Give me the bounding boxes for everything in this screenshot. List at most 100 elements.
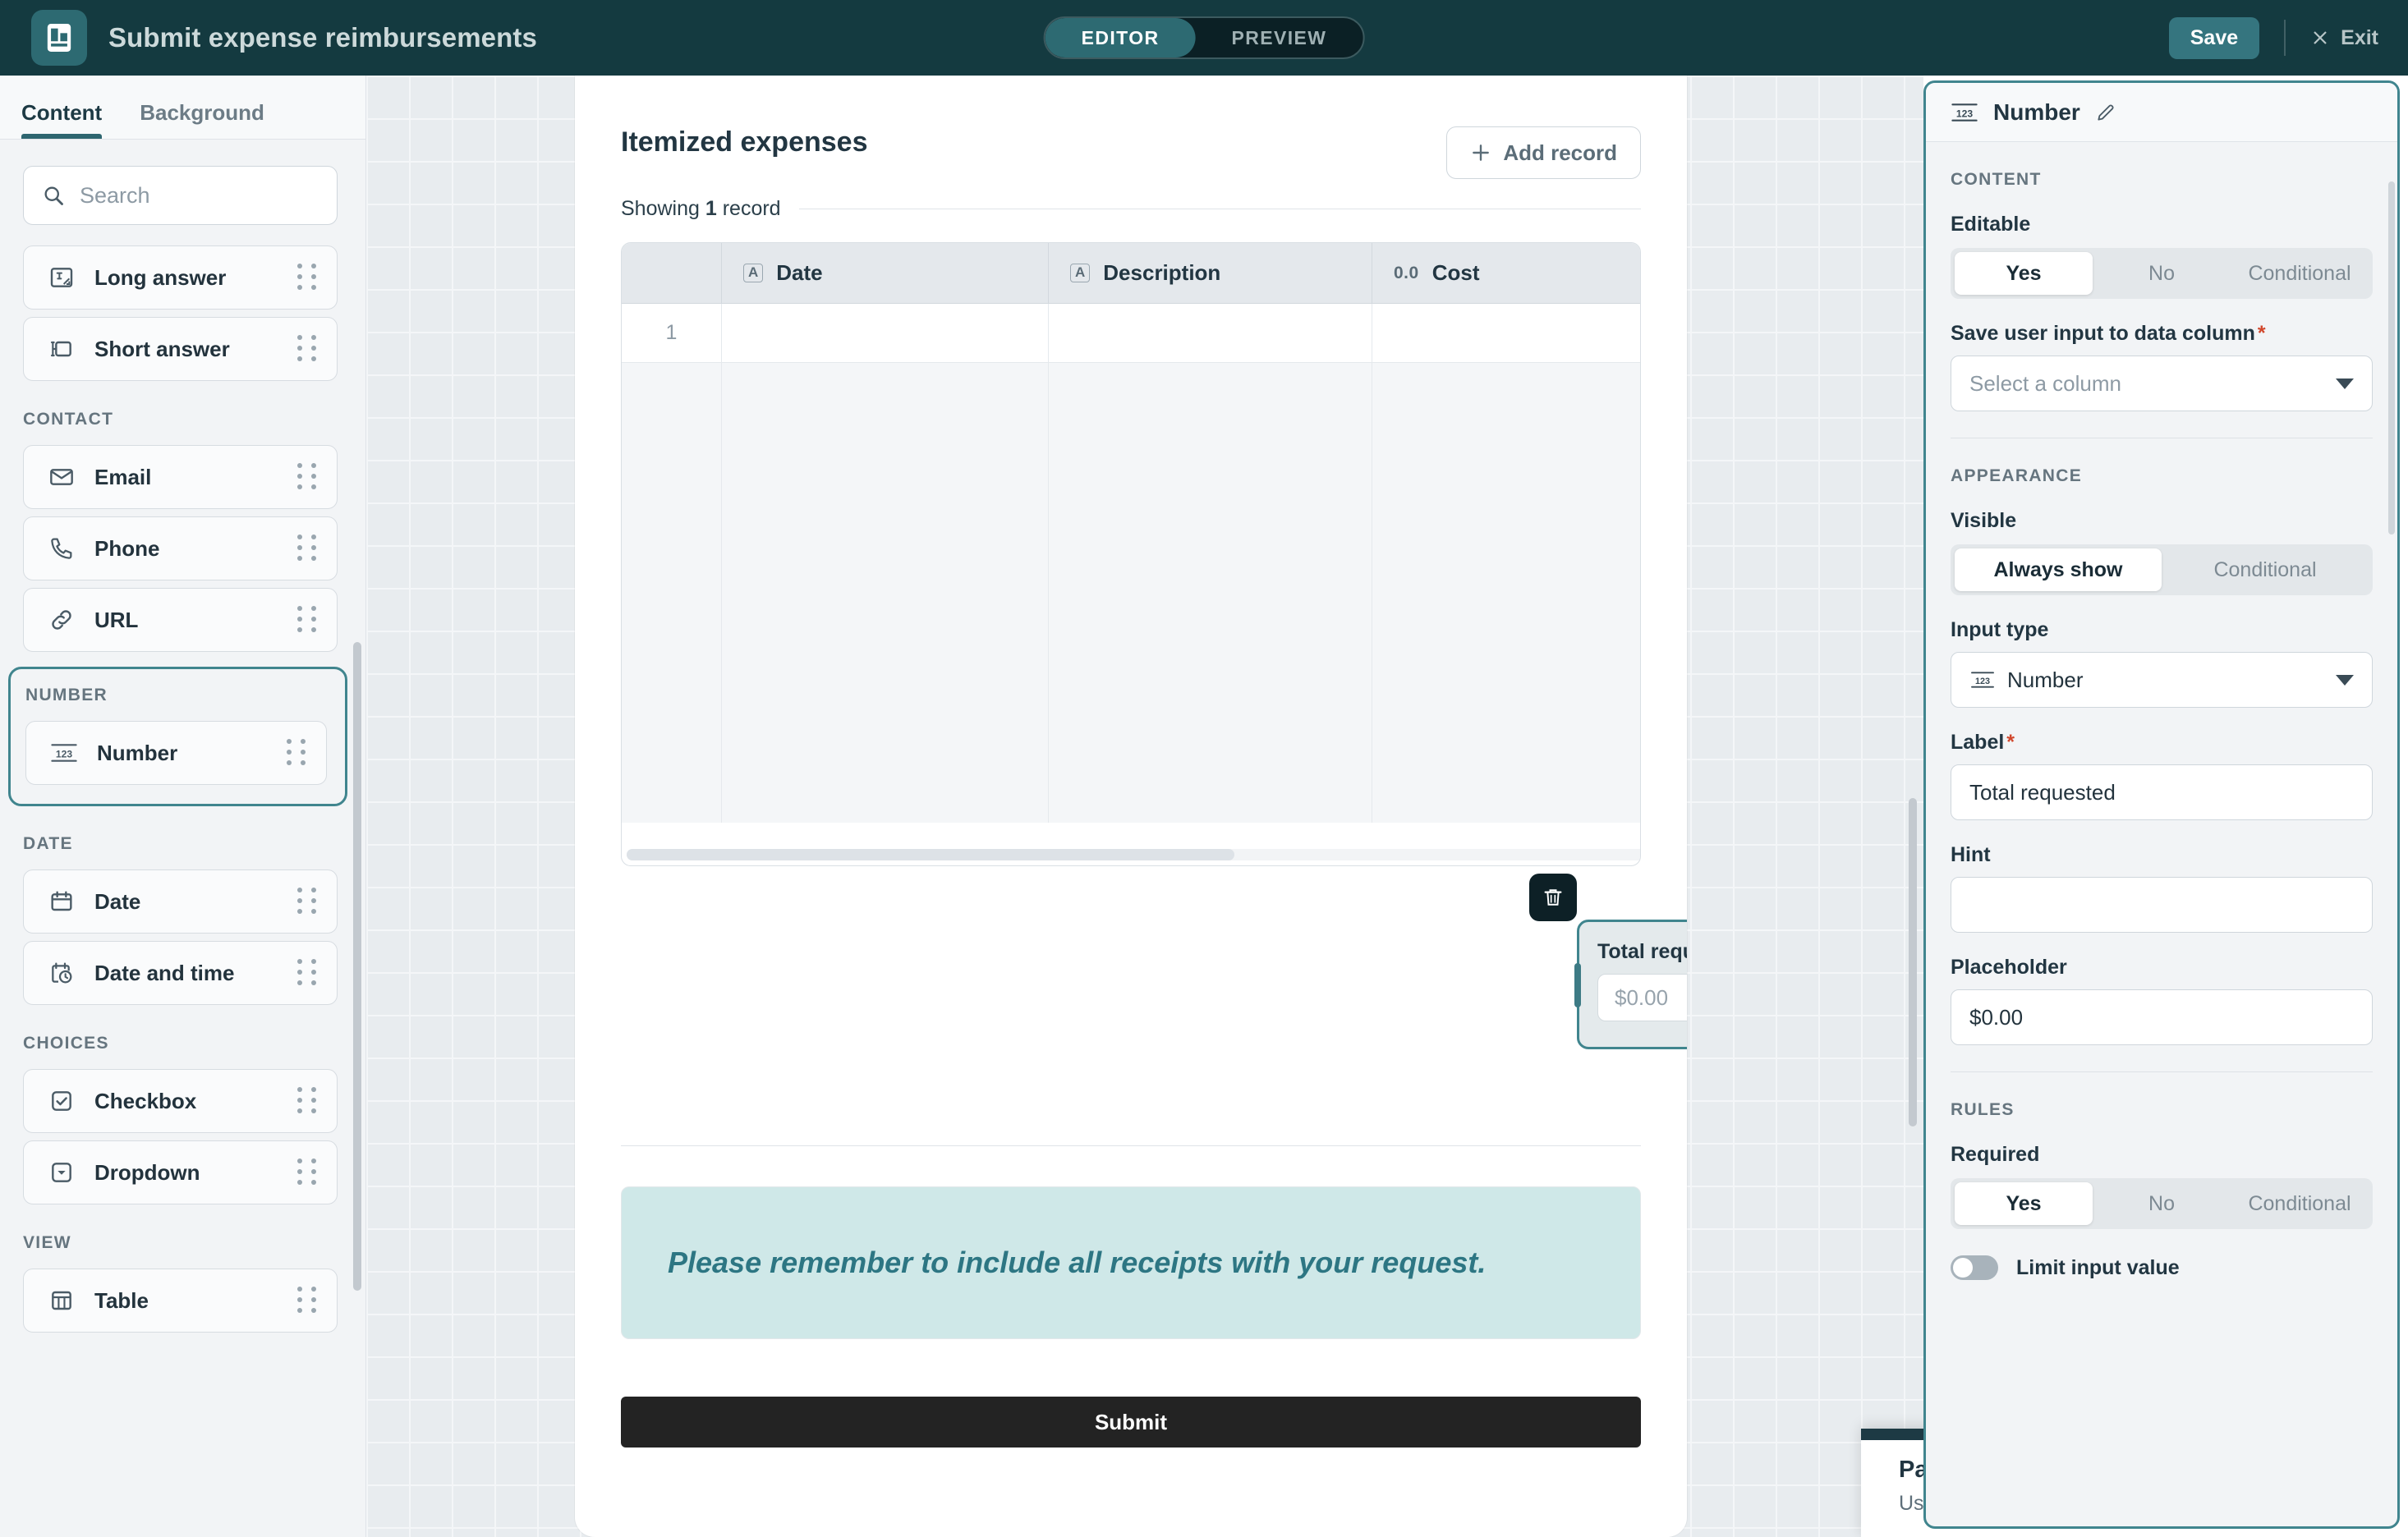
cell-description[interactable] — [1049, 304, 1372, 362]
drag-handle-icon[interactable] — [297, 888, 319, 915]
table-title: Itemized expenses — [621, 126, 867, 158]
text-field-icon: A — [743, 264, 763, 282]
svg-text:123: 123 — [1975, 677, 1990, 686]
save-column-select[interactable]: Select a column — [1951, 356, 2373, 411]
tab-editor[interactable]: EDITOR — [1045, 18, 1196, 57]
phone-icon — [45, 535, 78, 562]
table-horizontal-scrollbar[interactable] — [627, 849, 1641, 860]
table-header-date[interactable]: A Date — [722, 243, 1049, 303]
drag-handle-icon[interactable] — [297, 1158, 319, 1186]
hint-input[interactable] — [1951, 877, 2373, 933]
sidebar-group-label: CHOICES — [0, 1012, 365, 1062]
sidebar-item-short-answer[interactable]: Short answer — [23, 317, 338, 381]
editable-option-yes[interactable]: Yes — [1955, 252, 2093, 295]
drag-handle-icon[interactable] — [297, 264, 319, 291]
drag-handle-icon[interactable] — [297, 335, 319, 363]
drag-handle-icon[interactable] — [297, 1087, 319, 1115]
inspector-scrollbar[interactable] — [2388, 181, 2395, 535]
form-card: Itemized expenses Add record Showing 1 r… — [575, 76, 1687, 1537]
envelope-icon — [45, 464, 78, 490]
table-row[interactable]: 1 — [622, 304, 1640, 363]
drag-handle-icon[interactable] — [297, 463, 319, 491]
sidebar-scrollbar[interactable] — [353, 642, 361, 1291]
visible-option-conditional[interactable]: Conditional — [2162, 548, 2369, 591]
sidebar-scroll: Long answer Short answer CONTACT — [0, 140, 365, 1537]
label-input[interactable]: Total requested — [1951, 764, 2373, 820]
long-answer-icon — [45, 264, 78, 291]
table-empty-body — [622, 363, 1640, 823]
editable-option-no[interactable]: No — [2093, 252, 2231, 295]
drag-handle-icon[interactable] — [297, 959, 319, 987]
resize-handle-left[interactable] — [1574, 963, 1581, 1007]
sidebar-item-checkbox[interactable]: Checkbox — [23, 1069, 338, 1133]
callout-note[interactable]: Please remember to include all receipts … — [621, 1186, 1641, 1339]
drag-handle-icon[interactable] — [297, 535, 319, 562]
sidebar-group-date: DATE Date Date and time — [0, 813, 365, 1005]
close-icon — [2310, 28, 2330, 48]
submit-button[interactable]: Submit — [621, 1397, 1641, 1448]
inspector-header: 123 Number — [1926, 83, 2397, 142]
drag-handle-icon[interactable] — [297, 1287, 319, 1314]
placeholder-input[interactable]: $0.00 — [1951, 989, 2373, 1045]
showing-suffix: record — [723, 197, 781, 220]
sidebar-item-label: Long answer — [94, 265, 297, 291]
visible-option-always-show[interactable]: Always show — [1955, 548, 2162, 591]
editable-segmented-control: Yes No Conditional — [1951, 248, 2373, 299]
drag-handle-icon[interactable] — [297, 606, 319, 634]
top-bar: Submit expense reimbursements EDITOR PRE… — [0, 0, 2408, 76]
cell-cost[interactable] — [1372, 304, 1528, 362]
search-wrap — [0, 140, 365, 238]
tab-background[interactable]: Background — [140, 100, 283, 139]
required-option-yes[interactable]: Yes — [1955, 1182, 2093, 1225]
input-type-select[interactable]: 123 Number — [1951, 652, 2373, 708]
exit-button[interactable]: Exit — [2310, 26, 2378, 50]
search-input[interactable] — [80, 183, 365, 209]
sidebar-item-date-and-time[interactable]: Date and time — [23, 941, 338, 1005]
tab-preview[interactable]: PREVIEW — [1196, 18, 1363, 57]
pencil-icon[interactable] — [2095, 102, 2116, 123]
cell-date[interactable] — [722, 304, 1049, 362]
row-index: 1 — [622, 304, 722, 362]
sidebar-item-phone[interactable]: Phone — [23, 516, 338, 580]
inspector-panel: 123 Number CONTENT Editable Yes No Condi… — [1923, 80, 2400, 1529]
required-option-conditional[interactable]: Conditional — [2231, 1182, 2369, 1225]
page-data-subtitle: Use data from components — [1899, 1492, 1923, 1516]
save-button[interactable]: Save — [2169, 17, 2259, 59]
text-field-icon: A — [1070, 264, 1090, 282]
canvas-scrollbar[interactable] — [1909, 798, 1917, 1126]
limit-input-toggle[interactable] — [1951, 1255, 1998, 1280]
sidebar-group-choices: CHOICES Checkbox Dropdown — [0, 1012, 365, 1204]
sidebar-item-label: Date — [94, 889, 297, 915]
sidebar-item-number[interactable]: 123 Number — [25, 721, 327, 785]
delete-component-button[interactable] — [1529, 874, 1577, 921]
add-record-button[interactable]: Add record — [1446, 126, 1641, 179]
editable-option-conditional[interactable]: Conditional — [2231, 252, 2369, 295]
sidebar-item-email[interactable]: Email — [23, 445, 338, 509]
sidebar-group-view: VIEW Table — [0, 1212, 365, 1333]
component-input[interactable]: $0.00 — [1597, 974, 1687, 1021]
sidebar-item-table[interactable]: Table — [23, 1269, 338, 1333]
chevron-down-icon — [2336, 379, 2354, 389]
tab-content[interactable]: Content — [21, 100, 120, 139]
table-header-description[interactable]: A Description — [1049, 243, 1372, 303]
table-header-cost[interactable]: 0.0 Cost — [1372, 243, 1528, 303]
sidebar-item-label: Date and time — [94, 961, 297, 986]
trash-icon — [1542, 886, 1565, 909]
required-option-no[interactable]: No — [2093, 1182, 2231, 1225]
sidebar-item-long-answer[interactable]: Long answer — [23, 245, 338, 310]
number-123-icon: 123 — [48, 741, 80, 765]
sidebar-item-dropdown[interactable]: Dropdown — [23, 1140, 338, 1204]
plus-icon — [1470, 142, 1491, 163]
selected-number-component[interactable]: Total requested* $0.00 — [1577, 920, 1687, 1049]
sidebar-item-url[interactable]: URL — [23, 588, 338, 652]
sidebar-item-date[interactable]: Date — [23, 869, 338, 934]
field-save-column-label: Save user input to data column* — [1951, 322, 2373, 346]
page-data-panel[interactable]: Page data Use data from components — [1861, 1429, 1923, 1537]
canvas: Itemized expenses Add record Showing 1 r… — [366, 76, 1923, 1537]
showing-prefix: Showing — [621, 197, 700, 220]
drag-handle-icon[interactable] — [287, 739, 308, 767]
app-logo-icon[interactable] — [31, 10, 87, 66]
search-box[interactable] — [23, 166, 338, 225]
checkbox-icon — [45, 1088, 78, 1114]
sidebar-item-label: Checkbox — [94, 1089, 297, 1114]
